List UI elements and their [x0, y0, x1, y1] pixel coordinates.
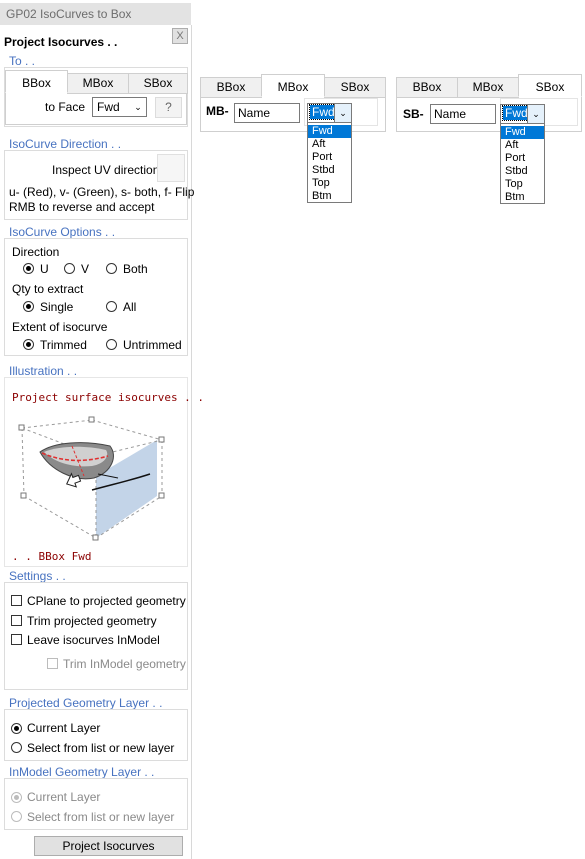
radio-inmodel-select-layer[interactable] [11, 811, 22, 822]
to-face-label: to Face [45, 100, 86, 114]
checkbox-trim-inmodel[interactable] [47, 658, 58, 669]
direction-label: Direction [12, 245, 60, 259]
illustration-caption-bottom: . . BBox Fwd [12, 550, 92, 563]
sbox-face-dropdown: Fwd Aft Port Stbd Top Btm [500, 123, 545, 204]
sbox-option-top[interactable]: Top [501, 178, 544, 191]
radio-direction-u-label: U [40, 262, 49, 276]
mbox-option-stbd[interactable]: Stbd [308, 164, 351, 177]
close-button[interactable]: X [172, 28, 188, 44]
mbox-name-input[interactable]: Name [234, 103, 300, 123]
illustration-caption-top: Project surface isocurves . . [12, 391, 205, 404]
window-title: GP02 IsoCurves to Box [0, 3, 191, 25]
face-select[interactable]: Fwd ⌄ [92, 97, 147, 117]
help-button[interactable]: ? [155, 97, 182, 118]
checkbox-trim-inmodel-label: Trim InModel geometry [63, 657, 186, 671]
mbox-option-top[interactable]: Top [308, 177, 351, 190]
checkbox-trim-projected[interactable] [11, 615, 22, 626]
radio-projected-select-layer-label: Select from list or new layer [27, 741, 175, 755]
radio-inmodel-current-layer-label: Current Layer [27, 790, 101, 804]
radio-extent-trimmed[interactable] [23, 339, 34, 350]
sbox-option-btm[interactable]: Btm [501, 191, 544, 204]
extent-label: Extent of isocurve [12, 320, 108, 334]
mbox-view-tab-sbox[interactable]: SBox [324, 77, 386, 98]
face-select-value: Fwd [97, 100, 120, 114]
radio-inmodel-select-layer-label: Select from list or new layer [27, 810, 175, 824]
direction-hint-keys: u- (Red), v- (Green), s- both, f- Flip [9, 185, 195, 199]
sbox-option-fwd[interactable]: Fwd [501, 126, 544, 139]
mbox-option-port[interactable]: Port [308, 151, 351, 164]
radio-direction-both-label: Both [123, 262, 148, 276]
radio-qty-all-label: All [123, 300, 137, 314]
radio-qty-all[interactable] [106, 301, 117, 312]
section-settings-title: Settings . . [9, 569, 66, 583]
mbox-option-aft[interactable]: Aft [308, 138, 351, 151]
sbox-option-port[interactable]: Port [501, 152, 544, 165]
sbox-view-tab-mbox[interactable]: MBox [457, 77, 519, 98]
sbox-option-stbd[interactable]: Stbd [501, 165, 544, 178]
checkbox-leave-inmodel[interactable] [11, 634, 22, 645]
close-icon: X [176, 30, 184, 42]
inspect-label: Inspect UV direction [52, 163, 160, 177]
mbox-option-btm[interactable]: Btm [308, 190, 351, 203]
sbox-name-input[interactable]: Name [430, 104, 496, 124]
sbox-face-select-value: Fwd [502, 105, 531, 121]
tab-bbox[interactable]: BBox [5, 70, 68, 93]
tab-sbox[interactable]: SBox [128, 73, 188, 94]
radio-projected-current-layer-label: Current Layer [27, 721, 101, 735]
checkbox-cplane[interactable] [11, 595, 22, 606]
mbox-view-tab-bbox[interactable]: BBox [200, 77, 262, 98]
radio-direction-both[interactable] [106, 263, 117, 274]
panel-heading: Project Isocurves . . [4, 35, 118, 49]
mbox-option-fwd[interactable]: Fwd [308, 125, 351, 138]
section-projected-layer-title: Projected Geometry Layer . . [9, 696, 163, 710]
sbox-prefix: SB- [403, 107, 424, 121]
radio-direction-u[interactable] [23, 263, 34, 274]
radio-extent-trimmed-label: Trimmed [40, 338, 87, 352]
chevron-down-icon: ⌄ [527, 105, 544, 123]
mbox-face-dropdown: Fwd Aft Port Stbd Top Btm [307, 122, 352, 203]
project-isocurves-button[interactable]: Project Isocurves [34, 836, 183, 856]
section-options-title: IsoCurve Options . . [9, 225, 116, 239]
direction-hint-rmb: RMB to reverse and accept [9, 200, 155, 214]
tab-mbox[interactable]: MBox [67, 73, 129, 94]
radio-extent-untrimmed-label: Untrimmed [123, 338, 182, 352]
sbox-view-tab-sbox[interactable]: SBox [518, 74, 582, 97]
section-inmodel-layer-title: InModel Geometry Layer . . [9, 765, 155, 779]
checkbox-trim-projected-label: Trim projected geometry [27, 614, 157, 628]
section-direction-title: IsoCurve Direction . . [9, 137, 122, 151]
mbox-face-select-value: Fwd [309, 104, 338, 120]
boat-projection-illustration [18, 416, 165, 541]
mbox-face-select[interactable]: Fwd ⌄ [307, 103, 352, 123]
checkbox-leave-inmodel-label: Leave isocurves InModel [27, 633, 160, 647]
radio-direction-v-label: V [81, 262, 90, 276]
radio-extent-untrimmed[interactable] [106, 339, 117, 350]
inspect-uv-button[interactable] [157, 154, 185, 182]
radio-projected-select-layer[interactable] [11, 742, 22, 753]
chevron-down-icon: ⌄ [334, 104, 351, 122]
radio-projected-current-layer[interactable] [11, 723, 22, 734]
section-illustration-title: Illustration . . [9, 364, 78, 378]
radio-inmodel-current-layer[interactable] [11, 792, 22, 803]
mbox-prefix: MB- [206, 104, 229, 118]
radio-direction-v[interactable] [64, 263, 75, 274]
mbox-tabstrip: BBox SBox MBox [200, 74, 386, 98]
sbox-view-tab-bbox[interactable]: BBox [396, 77, 458, 98]
radio-qty-single-label: Single [40, 300, 74, 314]
chevron-down-icon: ⌄ [134, 102, 142, 112]
to-tabstrip: MBox SBox BBox [5, 70, 188, 94]
sbox-face-select[interactable]: Fwd ⌄ [500, 104, 545, 124]
section-to-title: To . . [9, 54, 36, 68]
radio-qty-single[interactable] [23, 301, 34, 312]
sbox-tabstrip: BBox MBox SBox [396, 74, 582, 98]
sbox-option-aft[interactable]: Aft [501, 139, 544, 152]
qty-label: Qty to extract [12, 282, 84, 296]
mbox-view-tab-mbox[interactable]: MBox [261, 74, 325, 97]
checkbox-cplane-label: CPlane to projected geometry [27, 594, 186, 608]
